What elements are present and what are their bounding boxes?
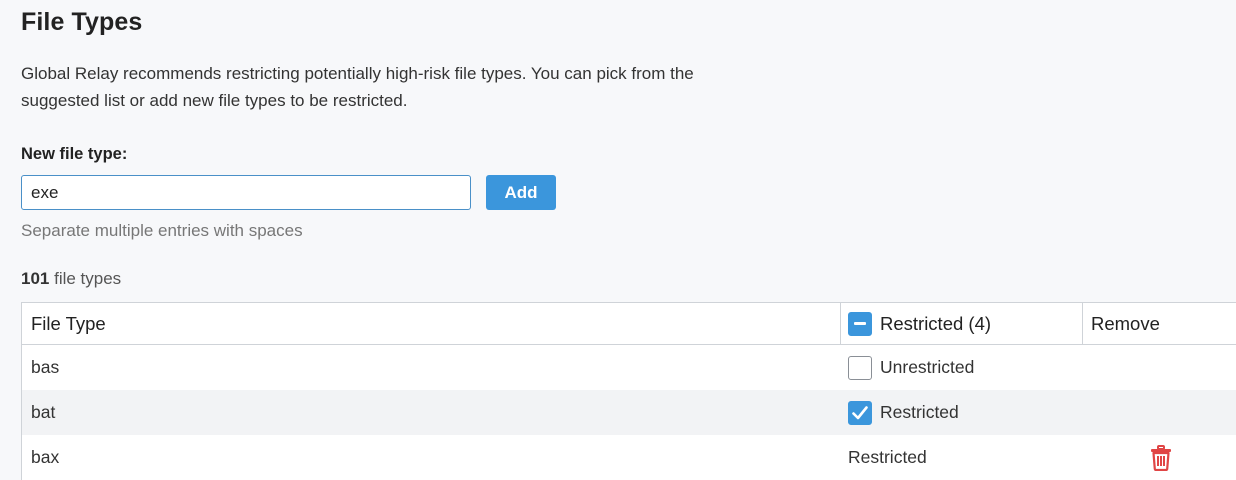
page-description: Global Relay recommends restricting pote… <box>21 64 694 110</box>
restriction-cell: Restricted <box>841 447 1083 468</box>
restriction-status: Restricted <box>848 447 927 467</box>
add-button[interactable]: Add <box>486 175 556 210</box>
restriction-status: Unrestricted <box>880 357 975 377</box>
file-types-page: File Types Global Relay recommends restr… <box>21 0 1236 480</box>
new-file-type-label: New file type: <box>21 145 128 163</box>
minus-checkbox-icon[interactable] <box>848 311 872 336</box>
header-remove: Remove <box>1091 312 1160 334</box>
header-restricted-label: Restricted (4) <box>880 312 992 334</box>
header-restricted[interactable]: Restricted (4) <box>841 303 1083 344</box>
header-file-type[interactable]: File Type <box>22 303 841 344</box>
remove-cell <box>1083 444 1236 471</box>
table-row: bas Unrestricted <box>22 345 1236 390</box>
trash-icon[interactable] <box>1150 444 1172 471</box>
count-suffix: file types <box>49 269 122 288</box>
unchecked-checkbox-icon[interactable] <box>848 355 872 380</box>
count-number: 101 <box>21 269 50 288</box>
table-row: bax Restricted <box>22 435 1236 480</box>
input-hint: Separate multiple entries with spaces <box>21 221 303 240</box>
table-header: File Type Restricted (4) Remove <box>22 303 1236 345</box>
file-type-count: 101 file types <box>21 269 121 289</box>
restriction-cell: Unrestricted <box>841 355 1083 380</box>
restriction-cell: Restricted <box>841 400 1083 425</box>
file-type-cell: bax <box>31 447 60 467</box>
check-icon[interactable] <box>848 400 872 425</box>
file-type-cell: bas <box>31 357 60 377</box>
restriction-status: Restricted <box>880 402 959 422</box>
table-row: bat Restricted <box>22 390 1236 435</box>
file-types-table: File Type Restricted (4) Remove bas Unre… <box>21 302 1236 480</box>
file-type-cell: bat <box>31 402 56 422</box>
new-file-type-input[interactable] <box>21 175 471 210</box>
page-title: File Types <box>21 8 143 36</box>
